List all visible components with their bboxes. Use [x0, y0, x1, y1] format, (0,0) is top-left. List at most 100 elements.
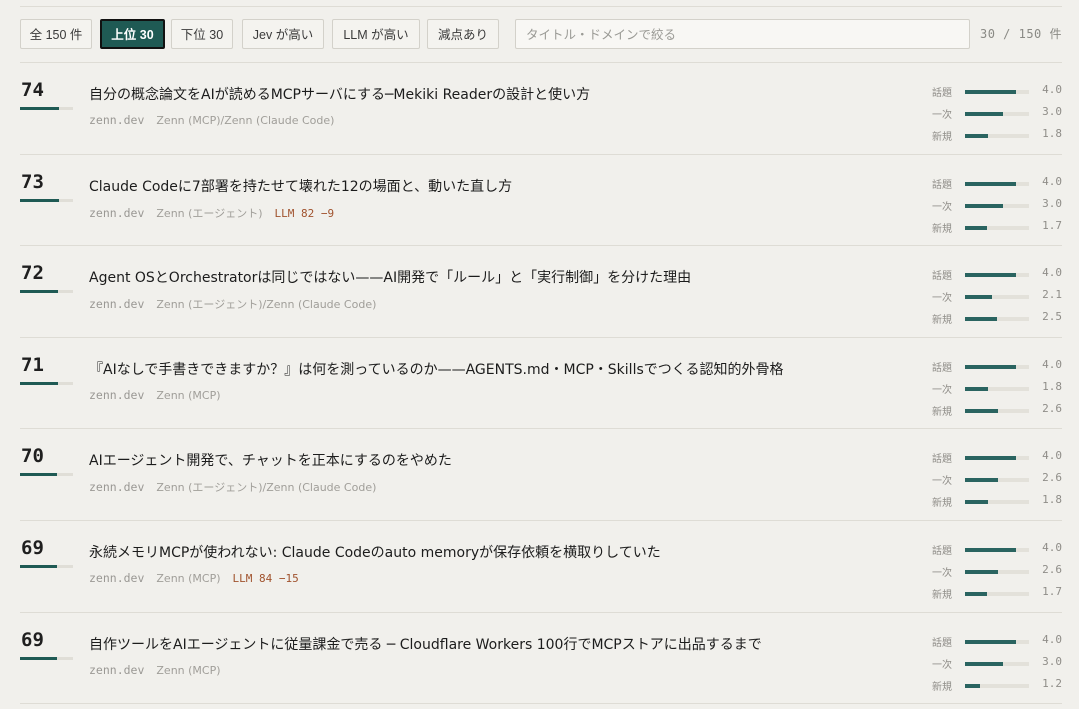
metric-bar [965, 134, 1029, 138]
metric-bar-fill [965, 500, 989, 505]
metric-value: 4.0 [1042, 632, 1062, 646]
score-value: 71 [21, 353, 44, 376]
metric-row: 一次 2.6 [932, 563, 1062, 586]
metric-label: 一次 [932, 293, 952, 305]
filter-button-0[interactable]: 全 150 件 [20, 19, 92, 49]
article-category: Zenn (エージェント)/Zenn (Claude Code) [156, 298, 377, 312]
metric-label: 新規 [932, 498, 952, 510]
score-bar-fill [20, 473, 58, 477]
metric-row: 新規 1.7 [932, 218, 1062, 242]
metric-label: 話題 [932, 637, 952, 649]
metric-bars: 話題 4.0 一次 2.6 新規 1.7 [932, 540, 1062, 608]
score-value: 69 [21, 628, 44, 651]
metric-row: 新規 2.6 [932, 402, 1062, 425]
metric-value: 4.0 [1042, 540, 1062, 554]
article-row[interactable]: 72 Agent OSとOrchestratorは同じではない——AI開発で「ルー… [20, 246, 1062, 338]
article-title-link[interactable]: 『AIなしで手書きできますか？』は何を測っているのか——AGENTS.md・MC… [89, 359, 919, 379]
article-category: Zenn (MCP) [156, 388, 221, 402]
metric-row: 話題 4.0 [932, 174, 1062, 198]
metric-bars: 話題 4.0 一次 2.1 新規 2.5 [932, 266, 1062, 333]
metric-label: 新規 [932, 681, 952, 693]
article-meta: zenn.dev Zenn (MCP) [89, 663, 221, 677]
article-title-link[interactable]: Agent OSとOrchestratorは同じではない——AI開発で「ルール」… [89, 267, 919, 287]
article-row[interactable]: 71 『AIなしで手書きできますか？』は何を測っているのか——AGENTS.md・… [20, 338, 1062, 430]
metric-value: 1.7 [1042, 584, 1062, 598]
metric-bar [965, 661, 1029, 666]
metric-bars: 話題 4.0 一次 3.0 新規 1.7 [932, 174, 1062, 242]
metric-bar [965, 317, 1029, 322]
article-category: Zenn (MCP) [156, 663, 221, 677]
metric-row: 話題 4.0 [932, 449, 1062, 472]
metric-row: 新規 1.8 [932, 493, 1062, 516]
filter-button-3[interactable]: Jev が高い [242, 19, 324, 49]
score-value: 72 [21, 262, 44, 285]
article-domain: zenn.dev [89, 205, 145, 220]
metric-row: 一次 3.0 [932, 197, 1062, 220]
filter-button-4[interactable]: LLM が高い [332, 19, 420, 49]
metric-value: 4.0 [1042, 266, 1062, 280]
article-meta: zenn.dev Zenn (MCP)/Zenn (Claude Code) [89, 113, 334, 127]
metric-label: 話題 [932, 271, 952, 283]
article-meta: zenn.dev Zenn (エージェント)/Zenn (Claude Code) [89, 296, 376, 312]
metric-bar-fill [965, 386, 989, 391]
article-category: Zenn (MCP)/Zenn (Claude Code) [156, 114, 335, 127]
filter-button-2[interactable]: 下位 30 [171, 19, 233, 49]
article-row[interactable]: 74 自分の概念論文をAIが読めるMCPサーバにする─Mekiki Readerの… [20, 63, 1062, 155]
article-category: Zenn (エージェント)/Zenn (Claude Code) [156, 481, 377, 495]
metric-bar-fill [965, 203, 1004, 208]
metric-row: 一次 2.6 [932, 471, 1062, 494]
filter-button-1[interactable]: 上位 30 [100, 19, 165, 49]
article-title-link[interactable]: 永続メモリMCPが使われない: Claude Codeのauto memoryが… [89, 542, 919, 562]
score-bar [20, 107, 73, 110]
metric-bar-fill [965, 408, 999, 413]
article-title-link[interactable]: AIエージェント開発で、チャットを正本にするのをやめた [89, 450, 919, 470]
score-bar-fill [20, 290, 59, 294]
metric-bar-fill [965, 295, 992, 300]
metric-bar-fill [965, 639, 1017, 644]
metric-label: 話題 [932, 454, 952, 466]
metric-bar [965, 478, 1029, 483]
metric-bar [965, 386, 1029, 391]
metric-bars: 話題 4.0 一次 3.0 新規 1.2 [932, 632, 1062, 700]
article-title-link[interactable]: 自分の概念論文をAIが読めるMCPサーバにする─Mekiki Readerの設計… [89, 84, 919, 104]
metric-label: 話題 [932, 545, 952, 557]
metric-bar [965, 456, 1029, 461]
metric-row: 一次 3.0 [932, 105, 1062, 128]
article-row[interactable]: 70 AIエージェント開発で、チャットを正本にするのをやめた zenn.dev Zen… [20, 429, 1062, 521]
llm-score-badge: LLM 84 −15 [232, 571, 299, 585]
metric-value: 2.6 [1042, 471, 1062, 485]
metric-bar [965, 90, 1029, 94]
metric-bar-fill [965, 547, 1017, 552]
search-input[interactable] [515, 19, 970, 49]
metric-row: 話題 4.0 [932, 266, 1062, 289]
metric-label: 話題 [932, 179, 952, 191]
metric-bar [965, 225, 1029, 230]
filter-toolbar: 全 150 件上位 30下位 30 Jev が高い LLM が高い減点あり 30 /… [20, 19, 1062, 51]
article-row[interactable]: 73 Claude Codeに7部署を持たせて壊れた12の場面と、動いた直し方 ze… [20, 155, 1062, 247]
article-list: 74 自分の概念論文をAIが読めるMCPサーバにする─Mekiki Readerの… [20, 63, 1062, 705]
metric-row: 一次 1.8 [932, 379, 1062, 403]
metric-label: 話題 [932, 362, 952, 374]
metric-value: 1.8 [1042, 379, 1062, 393]
metric-bar-fill [965, 225, 987, 230]
article-title-link[interactable]: Claude Codeに7部署を持たせて壊れた12の場面と、動いた直し方 [89, 176, 919, 196]
article-row[interactable]: 69 永続メモリMCPが使われない: Claude Codeのauto memor… [20, 521, 1062, 613]
score-bar [20, 656, 73, 660]
metric-bar-fill [965, 478, 999, 483]
metric-bar [965, 639, 1029, 644]
metric-value: 3.0 [1042, 105, 1062, 118]
article-domain: zenn.dev [89, 113, 145, 127]
metric-label: 新規 [932, 223, 952, 235]
article-title-link[interactable]: 自作ツールをAIエージェントに従量課金で売る ─ Cloudflare Work… [89, 634, 919, 654]
metric-label: 話題 [932, 88, 952, 99]
metric-label: 新規 [932, 406, 952, 418]
article-row[interactable]: 69 自作ツールをAIエージェントに従量課金で売る ─ Cloudflare Wo… [20, 613, 1062, 705]
metric-value: 1.7 [1042, 218, 1062, 232]
metric-bar [965, 591, 1029, 596]
filter-button-5[interactable]: 減点あり [427, 19, 499, 49]
metric-value: 4.0 [1042, 174, 1062, 188]
metric-row: 新規 1.2 [932, 677, 1062, 700]
metric-value: 3.0 [1042, 654, 1062, 668]
article-domain: zenn.dev [89, 662, 145, 677]
metric-bar [965, 569, 1029, 574]
